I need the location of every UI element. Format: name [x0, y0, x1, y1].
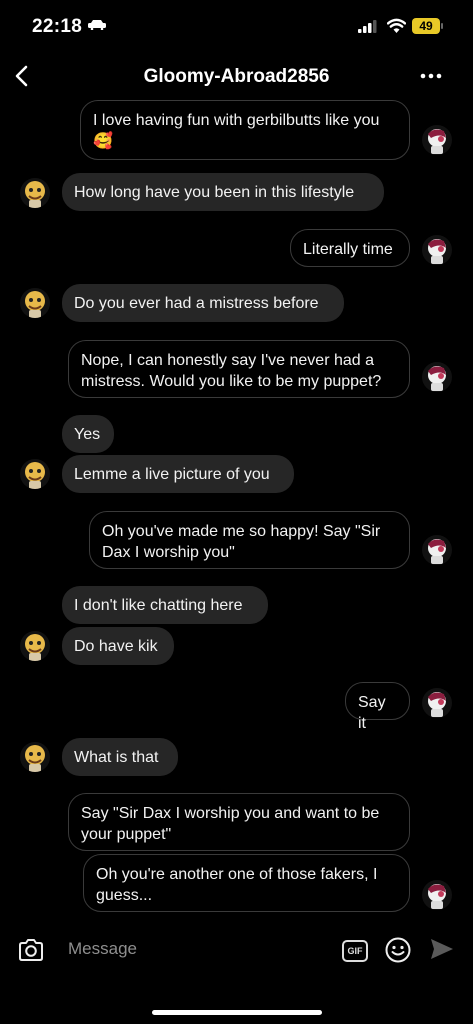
- message-input[interactable]: Message: [68, 939, 137, 959]
- avatar-self-image: [422, 362, 452, 392]
- battery-level: 49: [412, 18, 440, 34]
- gif-button[interactable]: GIF: [342, 940, 368, 962]
- home-indicator: [152, 1010, 322, 1015]
- avatar-contact-image: [20, 742, 50, 772]
- avatar-self[interactable]: [422, 235, 452, 265]
- avatar-self[interactable]: [422, 688, 452, 718]
- avatar-contact[interactable]: [20, 178, 50, 208]
- message-bubble-outgoing[interactable]: Oh you're another one of those fakers, I…: [83, 854, 410, 912]
- send-icon[interactable]: [430, 938, 454, 960]
- message-bubble-incoming[interactable]: Do have kik: [62, 627, 174, 665]
- sticker-icon[interactable]: [385, 937, 411, 963]
- message-bubble-incoming[interactable]: I don't like chatting here: [62, 586, 268, 624]
- avatar-contact[interactable]: [20, 631, 50, 661]
- avatar-contact[interactable]: [20, 288, 50, 318]
- message-bubble-incoming[interactable]: Do you ever had a mistress before: [62, 284, 344, 322]
- car-icon: [88, 20, 106, 30]
- signal-icon: [358, 20, 377, 33]
- avatar-self-image: [422, 880, 452, 910]
- message-bubble-outgoing[interactable]: Oh you've made me so happy! Say "Sir Dax…: [89, 511, 410, 569]
- message-bubble-outgoing[interactable]: Say "Sir Dax I worship you and want to b…: [68, 793, 410, 851]
- message-bubble-outgoing[interactable]: Literally time: [290, 229, 410, 267]
- avatar-self[interactable]: [422, 880, 452, 910]
- avatar-self-image: [422, 125, 452, 155]
- avatar-self[interactable]: [422, 362, 452, 392]
- message-bubble-incoming[interactable]: How long have you been in this lifestyle: [62, 173, 384, 211]
- avatar-self-image: [422, 235, 452, 265]
- wifi-icon: [387, 18, 406, 33]
- camera-icon[interactable]: [18, 939, 44, 961]
- message-bubble-outgoing[interactable]: Nope, I can honestly say I've never had …: [68, 340, 410, 398]
- avatar-self-image: [422, 688, 452, 718]
- message-bubble-incoming[interactable]: Lemme a live picture of you: [62, 455, 294, 493]
- avatar-contact-image: [20, 178, 50, 208]
- avatar-contact-image: [20, 288, 50, 318]
- avatar-contact-image: [20, 459, 50, 489]
- message-list[interactable]: I love having fun with gerbilbutts like …: [0, 95, 473, 920]
- status-time: 22:18: [32, 16, 83, 37]
- message-composer: Message GIF: [0, 925, 473, 975]
- avatar-self[interactable]: [422, 535, 452, 565]
- battery-tip: [441, 23, 443, 29]
- chat-header: Gloomy-Abroad2856: [0, 52, 473, 100]
- avatar-contact[interactable]: [20, 742, 50, 772]
- avatar-self[interactable]: [422, 125, 452, 155]
- chat-title[interactable]: Gloomy-Abroad2856: [0, 66, 473, 88]
- message-bubble-outgoing[interactable]: I love having fun with gerbilbutts like …: [80, 100, 410, 160]
- avatar-contact[interactable]: [20, 459, 50, 489]
- message-bubble-incoming[interactable]: What is that: [62, 738, 178, 776]
- message-bubble-incoming[interactable]: Yes: [62, 415, 114, 453]
- ellipsis-icon[interactable]: [420, 72, 442, 80]
- status-bar: 22:18 49: [0, 0, 473, 50]
- message-bubble-outgoing[interactable]: Say it: [345, 682, 410, 732]
- avatar-contact-image: [20, 631, 50, 661]
- avatar-self-image: [422, 535, 452, 565]
